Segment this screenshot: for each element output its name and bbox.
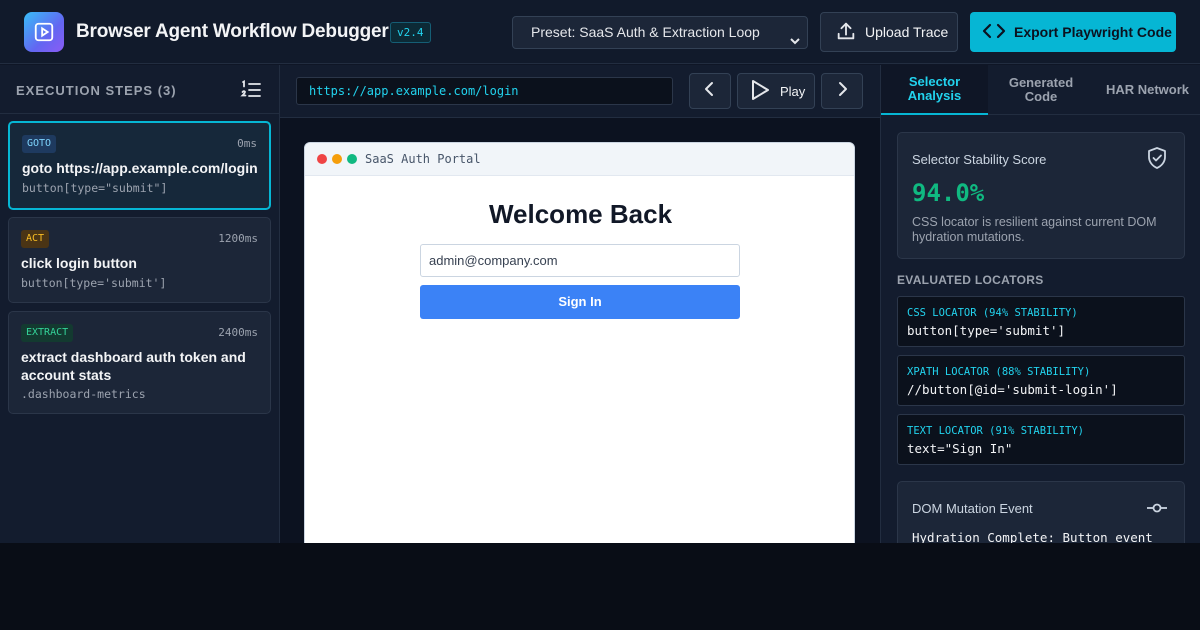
tab-label: Generated Code: [1008, 75, 1074, 104]
preset-value: Preset: SaaS Auth & Extraction Loop: [531, 24, 760, 40]
step-title: extract dashboard auth token and account…: [21, 349, 246, 383]
step-card-act[interactable]: ACT 1200ms click login button button[typ…: [8, 217, 271, 303]
browser-preview-panel: https://app.example.com/login Play SaaS …: [280, 65, 880, 543]
minimize-dot: [332, 154, 342, 164]
css-locator[interactable]: CSS LOCATOR (94% STABILITY) button[type=…: [897, 296, 1185, 347]
dom-mutation-label: DOM Mutation Event: [912, 501, 1033, 516]
locator-label: TEXT LOCATOR (91% STABILITY): [907, 425, 1085, 437]
stability-description: CSS locator is resilient against current…: [912, 215, 1157, 244]
git-commit-icon: [1146, 500, 1168, 521]
locator-value: text="Sign In": [907, 441, 1013, 456]
step-tag: ACT: [21, 230, 50, 248]
export-label: Export Playwright Code: [1014, 24, 1172, 40]
prev-step-button[interactable]: [689, 73, 731, 109]
analysis-tabs: Selector Analysis Generated Code HAR Net…: [881, 65, 1200, 115]
export-playwright-button[interactable]: Export Playwright Code: [970, 12, 1176, 52]
play-icon: [750, 79, 770, 104]
list-ordered-icon[interactable]: [240, 79, 262, 106]
tab-label: Selector Analysis: [907, 74, 962, 103]
preset-select[interactable]: Preset: SaaS Auth & Extraction Loop: [512, 16, 808, 49]
step-selector: button[type="submit"]: [22, 181, 168, 195]
url-input[interactable]: https://app.example.com/login: [296, 77, 673, 105]
text-locator[interactable]: TEXT LOCATOR (91% STABILITY) text="Sign …: [897, 414, 1185, 465]
app-window: Browser Agent Workflow Debugger v2.4 Pre…: [0, 0, 1200, 543]
welcome-heading: Welcome Back: [488, 199, 673, 229]
step-tag: GOTO: [22, 135, 57, 153]
page-background: [0, 543, 1200, 630]
browser-frame: SaaS Auth Portal Welcome Back admin@comp…: [304, 142, 855, 543]
app-title: Browser Agent Workflow Debugger: [76, 21, 389, 42]
version-badge: v2.4: [390, 22, 431, 43]
locator-value: button[type='submit']: [907, 323, 1066, 338]
step-selector: .dashboard-metrics: [21, 387, 146, 401]
browser-toolbar: https://app.example.com/login Play: [280, 65, 880, 118]
locators-title: EVALUATED LOCATORS: [897, 273, 1044, 287]
execution-steps-panel: EXECUTION STEPS (3) GOTO 0ms goto https:…: [0, 65, 280, 543]
maximize-dot: [347, 154, 357, 164]
step-duration: 0ms: [237, 137, 257, 150]
tab-label: HAR Network: [1105, 82, 1190, 97]
step-duration: 1200ms: [218, 232, 258, 245]
step-tag: EXTRACT: [21, 324, 74, 342]
tab-selector-analysis[interactable]: Selector Analysis: [881, 65, 988, 115]
next-step-button[interactable]: [821, 73, 863, 109]
header: Browser Agent Workflow Debugger v2.4 Pre…: [0, 0, 1200, 64]
steps-panel-header: EXECUTION STEPS (3): [0, 65, 279, 114]
tab-generated-code[interactable]: Generated Code: [988, 65, 1094, 115]
tab-har-network[interactable]: HAR Network: [1094, 65, 1200, 115]
play-label: Play: [780, 83, 806, 99]
step-card-goto[interactable]: GOTO 0ms goto https://app.example.com/lo…: [8, 121, 271, 210]
play-button[interactable]: Play: [737, 73, 815, 109]
frame-title-bar: SaaS Auth Portal: [305, 143, 854, 176]
step-card-extract[interactable]: EXTRACT 2400ms extract dashboard auth to…: [8, 311, 271, 414]
stability-card: Selector Stability Score 94.0% CSS locat…: [897, 132, 1185, 259]
chevron-down-icon: [789, 27, 801, 58]
locator-value: //button[@id='submit-login']: [907, 382, 1118, 397]
step-duration: 2400ms: [218, 326, 258, 339]
upload-trace-button[interactable]: Upload Trace: [820, 12, 958, 52]
sign-in-button[interactable]: Sign In: [420, 285, 740, 319]
step-selector: button[type='submit']: [21, 276, 167, 290]
dom-mutation-card: DOM Mutation Event Hydration Complete: B…: [897, 481, 1185, 543]
frame-title: SaaS Auth Portal: [365, 152, 481, 166]
shield-check-icon: [1146, 146, 1168, 175]
stability-label: Selector Stability Score: [912, 152, 1047, 167]
close-dot: [317, 154, 327, 164]
play-square-icon: [24, 12, 64, 52]
analysis-panel: Selector Analysis Generated Code HAR Net…: [880, 65, 1200, 543]
steps-panel-title: EXECUTION STEPS (3): [16, 83, 177, 98]
stability-score: 94.0%: [912, 179, 985, 207]
locator-label: CSS LOCATOR (94% STABILITY): [907, 307, 1078, 319]
locator-label: XPATH LOCATOR (88% STABILITY): [907, 366, 1091, 378]
step-title: click login button: [21, 255, 137, 271]
chevron-left-icon: [703, 81, 717, 102]
upload-trace-label: Upload Trace: [865, 24, 949, 40]
email-field[interactable]: admin@company.com: [420, 244, 740, 277]
xpath-locator[interactable]: XPATH LOCATOR (88% STABILITY) //button[@…: [897, 355, 1185, 406]
dom-mutation-text: Hydration Complete: Button event: [912, 530, 1153, 543]
upload-icon: [835, 20, 857, 45]
step-title: goto https://app.example.com/login: [22, 160, 258, 176]
chevron-right-icon: [835, 81, 849, 102]
code-icon: [982, 21, 1006, 44]
